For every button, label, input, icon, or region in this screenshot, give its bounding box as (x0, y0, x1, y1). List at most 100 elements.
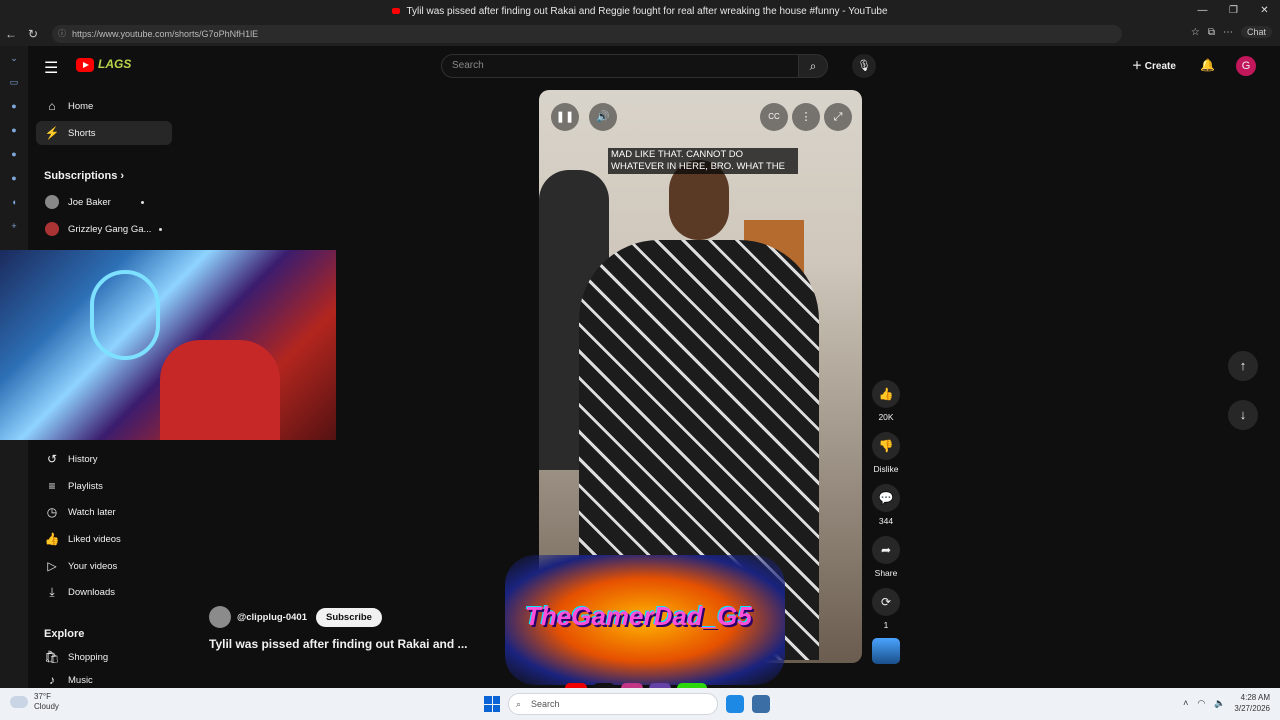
subscriptions-heading[interactable]: Subscriptions › (44, 170, 124, 182)
sidebar-item-label: Music (68, 674, 93, 686)
cloud-icon (10, 696, 28, 708)
close-button[interactable]: ✕ (1249, 0, 1280, 22)
notifications-icon[interactable]: 🔔 (1200, 58, 1215, 72)
arrow-down-icon: ↓ (1239, 407, 1247, 422)
comments-action[interactable]: 💬 344 (870, 484, 902, 526)
fullscreen-button[interactable]: ⤢ (824, 103, 852, 131)
volume-icon: 🔊 (596, 111, 610, 123)
playlists-icon: ≡ (48, 479, 56, 493)
taskbar-clock[interactable]: 4:28 AM 3/27/2026 (1234, 692, 1270, 714)
sidebar-item-label: Your videos (68, 560, 118, 572)
weather-widget[interactable]: 37°F Cloudy (10, 692, 59, 712)
sidebar-item-label: Shorts (68, 127, 96, 139)
youtube-favicon-icon (392, 8, 401, 14)
edge-app-icon[interactable] (726, 695, 744, 713)
sidebar-item-label: Watch later (68, 506, 116, 518)
account-avatar[interactable]: G (1236, 56, 1256, 76)
sidebar-item-label: Liked videos (68, 533, 121, 545)
rail-audio-icon[interactable]: ◖ (0, 190, 28, 214)
extensions-icon[interactable]: ⧉ (1208, 27, 1215, 38)
more-options-button[interactable]: ⋮ (792, 103, 820, 131)
channel-name[interactable]: @clipplug-0401 (237, 612, 307, 623)
restore-button[interactable]: ❐ (1218, 0, 1249, 22)
window-titlebar: Tylil was pissed after finding out Rakai… (0, 0, 1280, 22)
previous-short-button[interactable]: ↑ (1228, 351, 1258, 381)
rail-app-icon[interactable]: ● (0, 94, 28, 118)
sidebar-item-home[interactable]: ⌂ Home (36, 94, 172, 118)
site-info-icon[interactable]: ⓘ (58, 25, 66, 43)
minimize-button[interactable]: — (1187, 0, 1218, 22)
clock-date: 3/27/2026 (1234, 704, 1270, 713)
youtube-logo-icon[interactable] (76, 58, 94, 72)
rail-tab-icon[interactable]: ▭ (0, 70, 28, 94)
shopping-icon: 🛍 (44, 650, 60, 664)
voice-search-button[interactable]: 🎙 (852, 54, 876, 78)
sidebar-item-playlists[interactable]: ≡ Playlists (36, 474, 172, 498)
system-tray: ˄ ◠ 🔈 4:28 AM 3/27/2026 (1183, 692, 1270, 714)
share-action[interactable]: ➦ Share (870, 536, 902, 578)
thumbs-up-icon: 👍 (872, 380, 900, 408)
sidebar-item-label: Downloads (68, 586, 115, 598)
window-title: Tylil was pissed after finding out Rakai… (406, 5, 888, 17)
next-short-button[interactable]: ↓ (1228, 400, 1258, 430)
dislike-action[interactable]: 👎 Dislike (870, 432, 902, 474)
search-icon: ⌕ (516, 699, 522, 709)
rail-app-icon[interactable]: ● (0, 166, 28, 190)
remix-icon: ⟳ (872, 588, 900, 616)
sidebar-item-history[interactable]: ↺ History (36, 447, 172, 471)
create-button[interactable]: ＋ Create (1132, 56, 1176, 78)
your-videos-icon: ▷ (47, 559, 57, 573)
explore-heading: Explore (44, 628, 85, 640)
search-input[interactable]: Search (441, 54, 799, 78)
sound-thumbnail[interactable] (872, 638, 900, 664)
captions-button[interactable]: CC (760, 103, 788, 131)
sidebar-item-label: Joe Baker (68, 196, 111, 208)
video-title[interactable]: Tylil was pissed after finding out Rakai… (209, 637, 468, 651)
rail-collapse-icon[interactable]: ⌄ (0, 46, 28, 70)
copilot-chat-button[interactable]: Chat (1240, 26, 1272, 38)
volume-icon[interactable]: 🔈 (1214, 698, 1225, 709)
sidebar-item-downloads[interactable]: ⤓ Downloads (36, 580, 172, 604)
sidebar-item-liked-videos[interactable]: 👍 Liked videos (36, 527, 172, 551)
search-button[interactable]: ⌕ (798, 54, 828, 78)
sidebar-item-shopping[interactable]: 🛍 Shopping (36, 645, 172, 669)
rail-add-icon[interactable]: + (0, 214, 28, 238)
app-icon[interactable] (752, 695, 770, 713)
wifi-icon[interactable]: ◠ (1197, 698, 1205, 709)
chevron-right-icon: › (120, 170, 125, 182)
gamerdad-logo-overlay: TheGamerDad_G5 (505, 555, 785, 685)
subscribe-button[interactable]: Subscribe (315, 607, 382, 627)
rail-app-icon[interactable]: ● (0, 118, 28, 142)
sidebar-item-shorts[interactable]: ⚡ Shorts (36, 121, 172, 145)
more-vertical-icon: ⋮ (800, 111, 812, 123)
volume-button[interactable]: 🔊 (589, 103, 617, 131)
liked-videos-icon: 👍 (44, 532, 60, 546)
share-label: Share (874, 568, 898, 578)
favorite-icon[interactable]: ☆ (1191, 27, 1200, 38)
dislike-label: Dislike (873, 464, 899, 474)
pause-button[interactable]: ❚❚ (551, 103, 579, 131)
start-button[interactable] (484, 696, 500, 712)
sidebar-item-subscription[interactable]: Grizzley Gang Ga... (36, 217, 172, 241)
new-content-dot (140, 200, 144, 204)
sidebar-item-subscription[interactable]: Joe Baker (36, 190, 172, 214)
sidebar-item-your-videos[interactable]: ▷ Your videos (36, 554, 172, 578)
taskbar-search[interactable]: ⌕ Search (508, 693, 718, 715)
taskbar-search-placeholder: Search (531, 699, 560, 709)
sidebar-item-watch-later[interactable]: ◷ Watch later (36, 500, 172, 524)
rail-app-icon[interactable]: ● (0, 142, 28, 166)
watch-later-icon: ◷ (46, 505, 58, 519)
address-bar[interactable]: ⓘ https://www.youtube.com/shorts/G7oPhNf… (52, 25, 1122, 43)
arrow-up-icon: ↑ (1239, 358, 1247, 373)
remix-action[interactable]: ⟳ 1 (870, 588, 902, 630)
tray-overflow-icon[interactable]: ˄ (1183, 698, 1188, 708)
more-icon[interactable]: ⋯ (1223, 27, 1233, 38)
like-action[interactable]: 👍 20K (870, 380, 902, 422)
sidebar-item-music[interactable]: ♪ Music (36, 672, 172, 688)
refresh-icon[interactable]: ↻ (22, 27, 44, 41)
back-icon[interactable]: ← (0, 27, 22, 41)
subscriptions-heading-label: Subscriptions (44, 170, 118, 182)
channel-avatar[interactable] (209, 606, 231, 628)
menu-icon[interactable]: ☰ (44, 58, 58, 78)
video-caption: MAD LIKE THAT. CANNOT DO WHATEVER IN HER… (608, 148, 798, 174)
